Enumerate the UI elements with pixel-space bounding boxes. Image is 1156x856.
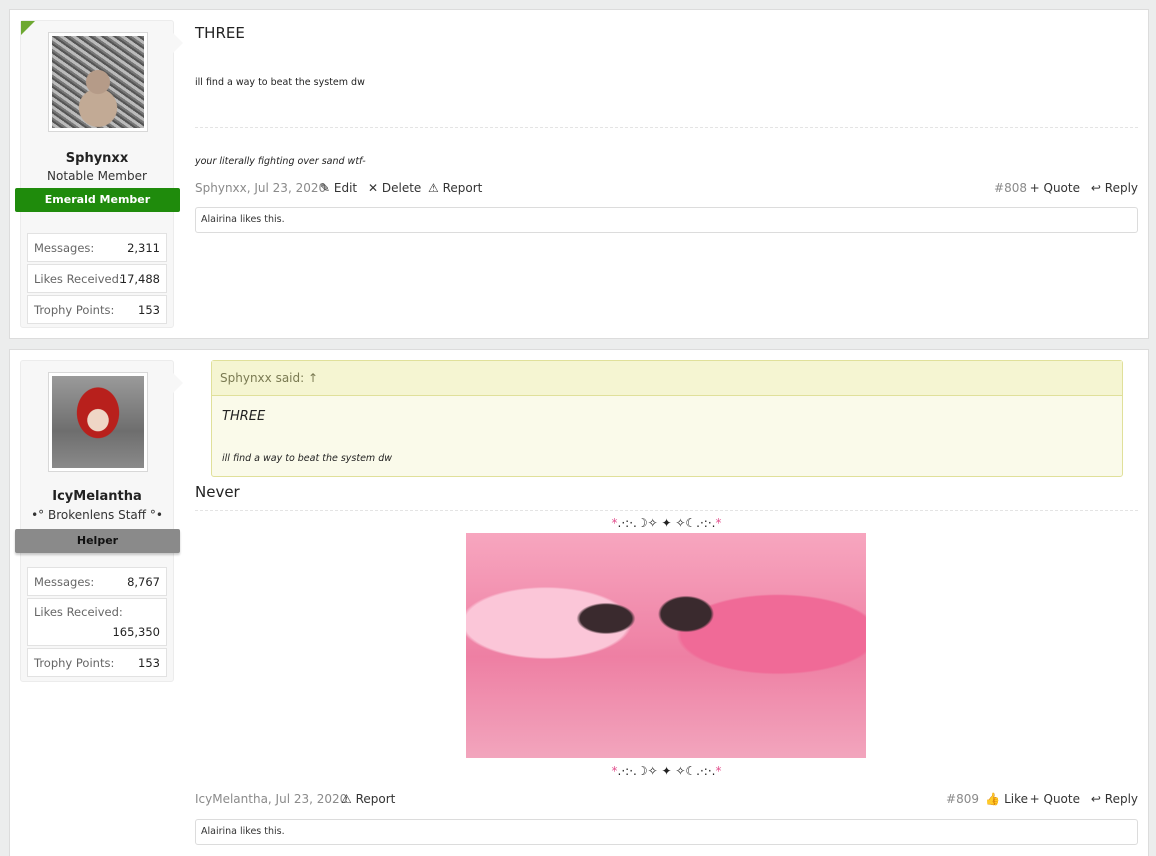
red-hair-anime-avatar-icon — [52, 376, 144, 468]
online-indicator — [21, 21, 35, 35]
message-heading: Never — [195, 483, 240, 501]
user-sidebar: Sphynxx Notable Member Emerald Member Me… — [15, 20, 183, 328]
decorative-text-bottom: *.·:·.☽✧ ✦ ✧☾.·:·.* — [611, 764, 722, 778]
post-number-link[interactable]: #809 — [946, 792, 979, 806]
user-sidebar: IcyMelantha •° Brokenlens Staff °• Helpe… — [15, 360, 183, 682]
post-number-link[interactable]: #808 — [994, 181, 1027, 195]
quote-button[interactable]: + Quote — [1030, 792, 1080, 806]
warning-icon: ⚠ — [428, 181, 439, 195]
report-button[interactable]: ⚠ Report — [341, 792, 395, 806]
message-meta: Sphynxx, Jul 23, 2020 ✎ Edit ✕ Delete ⚠ … — [195, 181, 1138, 197]
message-heading: THREE — [195, 24, 245, 42]
quote-title: THREE — [222, 409, 266, 424]
username[interactable]: IcyMelantha — [21, 489, 173, 504]
stat-likes-received[interactable]: Likes Received: 17,488 — [27, 264, 167, 293]
message-content: Sphynxx said: ↑ THREE ill find a way to … — [195, 350, 1138, 856]
like-button[interactable]: 👍 Like — [985, 792, 1028, 806]
author-date-link[interactable]: IcyMelantha, Jul 23, 2020 — [195, 792, 347, 806]
post-809: IcyMelantha •° Brokenlens Staff °• Helpe… — [9, 349, 1149, 856]
message-content: THREE ill find a way to beat the system … — [195, 10, 1138, 340]
user-banner: Helper — [15, 529, 180, 553]
close-icon: ✕ — [368, 181, 379, 195]
warning-icon: ⚠ — [341, 792, 352, 806]
reply-button[interactable]: ↩ Reply — [1091, 792, 1138, 806]
sphynx-cat-avatar-icon — [52, 36, 144, 128]
stat-trophy-points[interactable]: Trophy Points: 153 — [27, 295, 167, 324]
stat-likes-received[interactable]: Likes Received: 165,350 — [27, 598, 167, 646]
user-title: •° Brokenlens Staff °• — [31, 508, 163, 522]
edit-button[interactable]: ✎ Edit — [320, 181, 357, 195]
message-line: ill find a way to beat the system dw — [195, 77, 365, 88]
reply-icon: ↩ — [1090, 181, 1101, 195]
report-button[interactable]: ⚠ Report — [428, 181, 482, 195]
quote-text: ill find a way to beat the system dw — [222, 453, 392, 464]
signature-text: your literally fighting over sand wtf- — [195, 156, 366, 167]
stat-messages[interactable]: Messages: 8,767 — [27, 567, 167, 596]
likes-summary[interactable]: Alairina likes this. — [195, 819, 1138, 845]
thumbs-up-icon: 👍 — [985, 792, 1001, 806]
author-date-link[interactable]: Sphynxx, Jul 23, 2020 — [195, 181, 326, 195]
decorative-text-top: *.·:·.☽✧ ✦ ✧☾.·:·.* — [611, 516, 722, 530]
quote-attribution[interactable]: Sphynxx said: ↑ — [212, 361, 1122, 396]
post-808: Sphynxx Notable Member Emerald Member Me… — [9, 9, 1149, 339]
signature-divider — [195, 127, 1138, 128]
message-meta: IcyMelantha, Jul 23, 2020 ⚠ Report #809 … — [195, 792, 1138, 808]
divider — [195, 510, 1138, 511]
user-title: Notable Member — [47, 169, 147, 183]
stat-trophy-points[interactable]: Trophy Points: 153 — [27, 648, 167, 677]
user-banner: Emerald Member — [15, 188, 180, 212]
pink-photo-image — [466, 533, 866, 758]
avatar[interactable] — [48, 32, 148, 132]
reply-button[interactable]: ↩ Reply — [1091, 181, 1138, 195]
quote-block: Sphynxx said: ↑ THREE ill find a way to … — [211, 360, 1123, 477]
likes-summary[interactable]: Alairina likes this. — [195, 207, 1138, 233]
quote-button[interactable]: + Quote — [1030, 181, 1080, 195]
reply-icon: ↩ — [1090, 792, 1101, 806]
avatar[interactable] — [48, 372, 148, 472]
delete-button[interactable]: ✕ Delete — [368, 181, 421, 195]
pencil-icon: ✎ — [320, 181, 331, 195]
stat-messages[interactable]: Messages: 2,311 — [27, 233, 167, 262]
username[interactable]: Sphynxx — [21, 151, 173, 166]
